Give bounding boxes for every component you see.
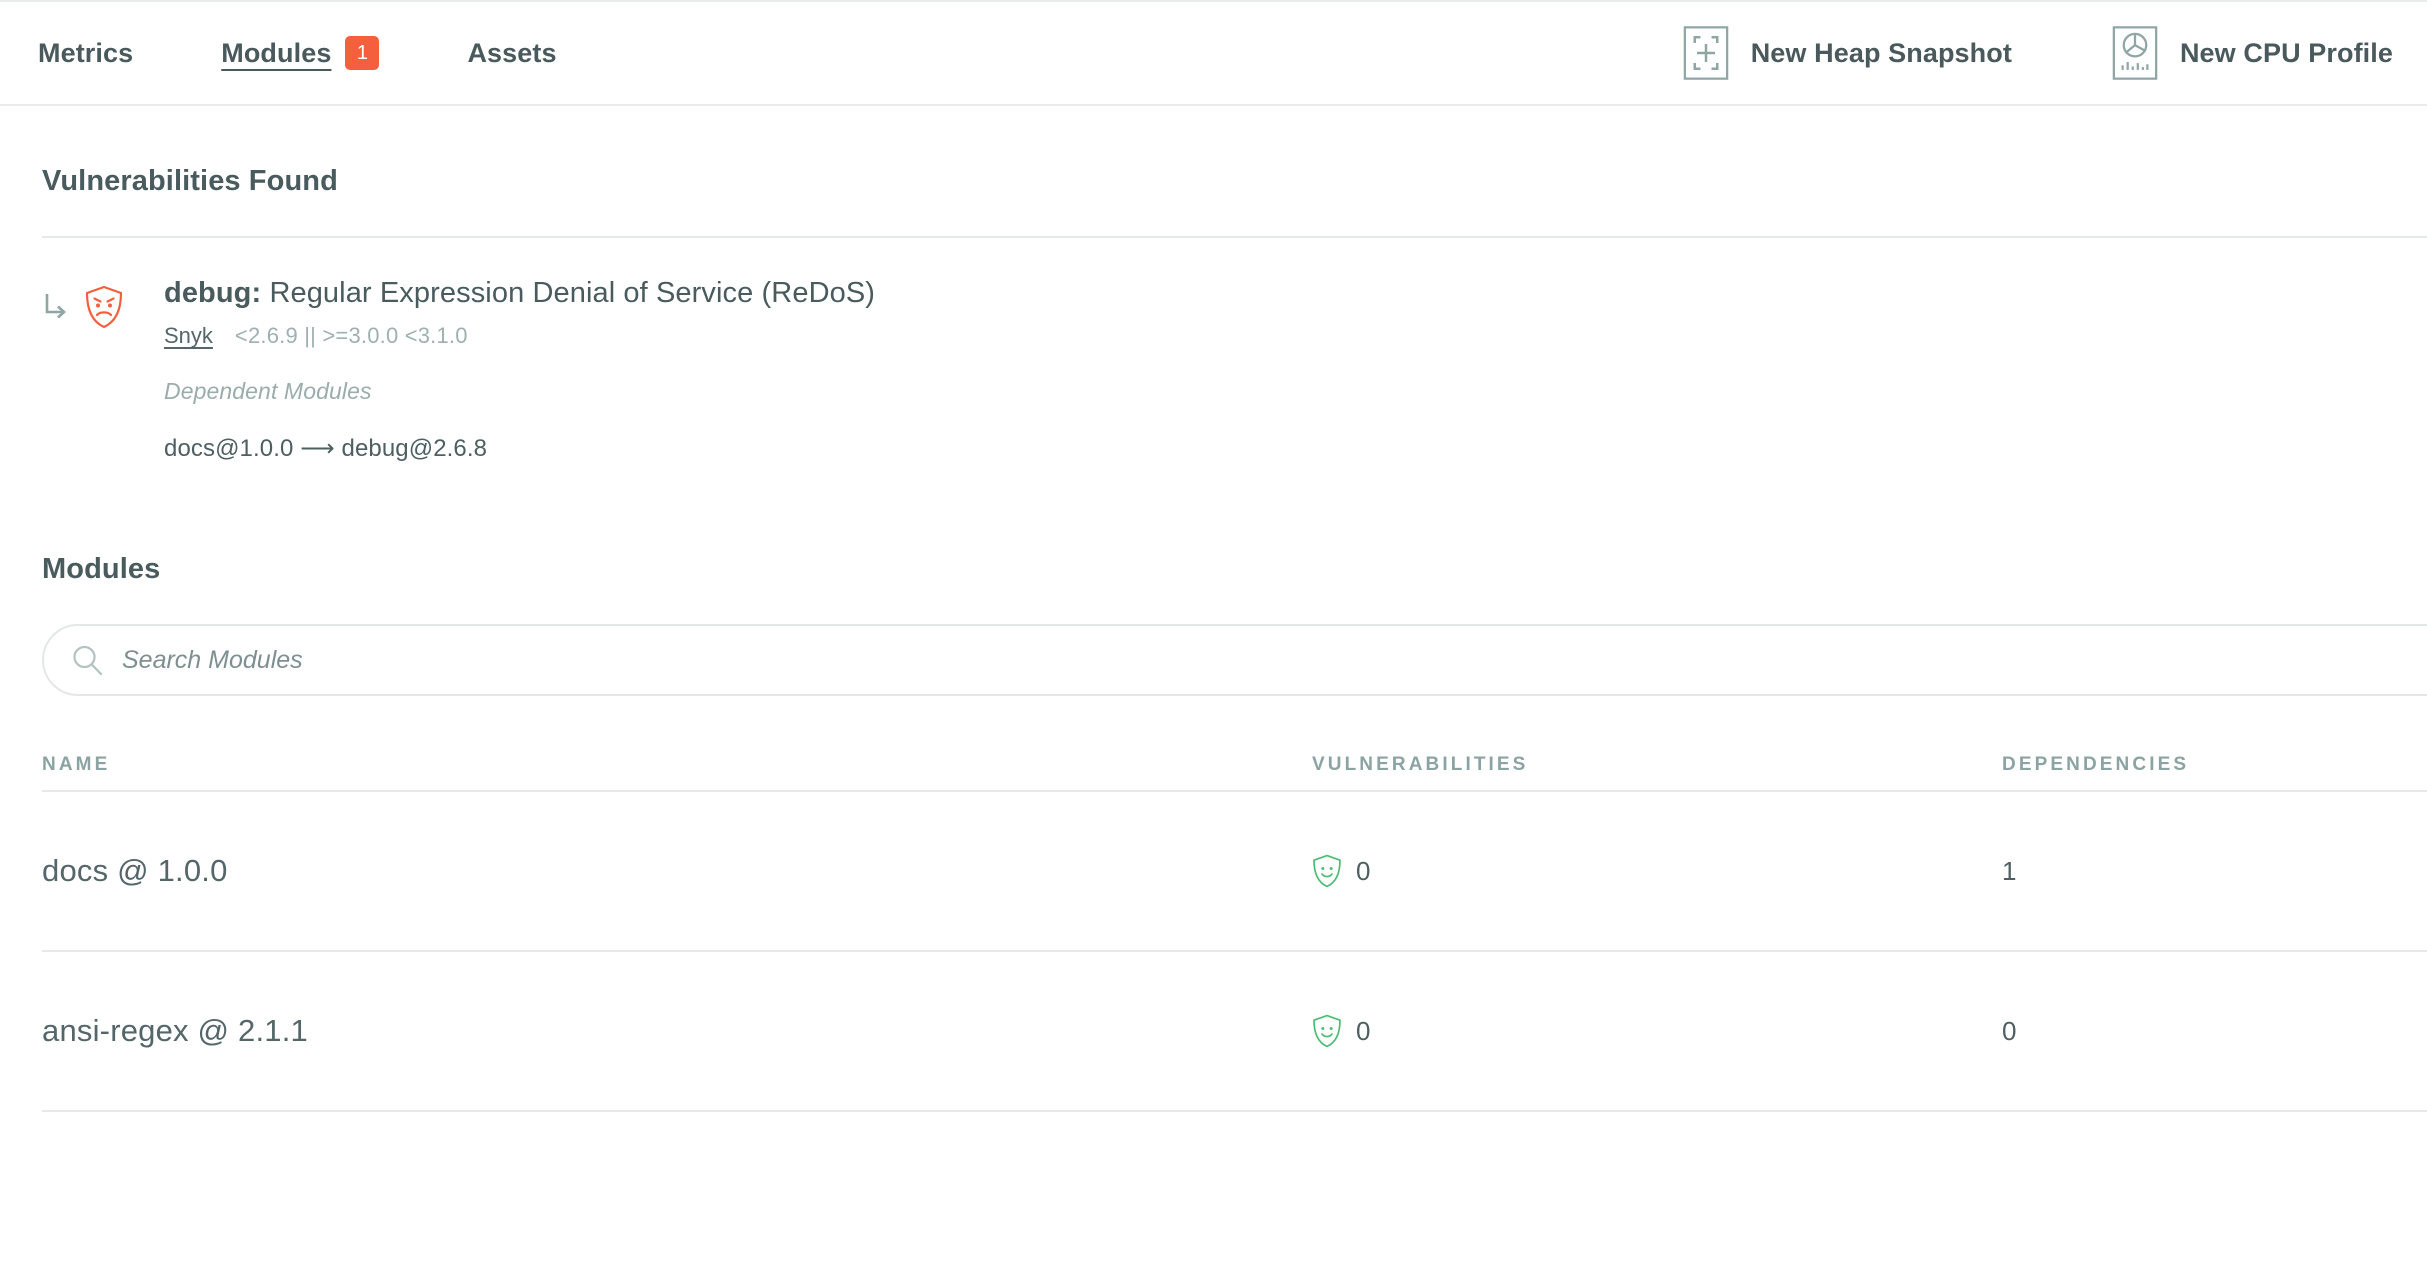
toolbar-actions: New Heap Snapshot New CPU Profile [1583,26,2393,80]
module-dependencies-count: 0 [2002,1015,2017,1046]
module-dependencies-count: 1 [2002,855,2017,886]
search-modules-input[interactable] [122,645,2427,675]
dependent-path-arrow-icon: ⟶ [300,435,335,463]
shield-happy-icon [1313,855,1341,888]
vulnerability-icons [42,275,164,329]
table-row[interactable]: docs @ 1.0.0 0 1 [42,792,2427,953]
vulnerability-body: debug: Regular Expression Denial of Serv… [164,275,2427,463]
module-name: docs @ 1.0.0 [42,853,228,889]
module-name: ansi-regex @ 2.1.1 [42,1013,308,1049]
tab-modules[interactable]: Modules 1 [221,36,380,70]
column-header-vulnerabilities: VULNERABILITIES [1312,754,1529,776]
vulnerability-item: debug: Regular Expression Denial of Serv… [0,238,2427,463]
tab-assets[interactable]: Assets [467,38,556,69]
tab-modules-badge: 1 [345,36,380,70]
vulnerability-description: Regular Expression Denial of Service (Re… [269,277,876,309]
top-toolbar: Metrics Modules 1 Assets New Heap Snapsh… [0,0,2427,106]
new-heap-snapshot-label: New Heap Snapshot [1750,37,2012,68]
cpu-profile-icon [2112,26,2158,80]
module-vulnerabilities-count: 0 [1356,1015,1371,1046]
tab-metrics-label: Metrics [38,37,134,68]
vulnerability-meta: Snyk <2.6.9 || >=3.0.0 <3.1.0 [164,323,2427,349]
dependent-modules-label: Dependent Modules [164,378,372,405]
table-header-row: NAME VULNERABILITIES DEPENDENCIES [42,742,2427,793]
module-vulnerabilities-cell: 0 [1312,1014,2002,1048]
new-cpu-profile-button[interactable]: New CPU Profile [2112,26,2393,80]
dependent-path-from: docs@1.0.0 [164,435,294,463]
vulnerability-module-name: debug [164,277,252,309]
tab-assets-label: Assets [467,37,557,68]
vulnerabilities-found-heading: Vulnerabilities Found [42,165,338,197]
vulnerability-source-link[interactable]: Snyk [164,323,213,349]
modules-table: NAME VULNERABILITIES DEPENDENCIES docs @… [0,742,2427,1113]
modules-heading: Modules [42,553,161,586]
search-icon [73,646,103,676]
shield-happy-icon [1313,1015,1341,1048]
tab-modules-label: Modules [221,37,332,68]
tab-bar: Metrics Modules 1 Assets [38,36,645,70]
vulnerability-title: debug: Regular Expression Denial of Serv… [164,275,2427,311]
branch-arrow-icon [45,294,66,319]
dependent-path-to: debug@2.6.8 [341,435,488,463]
vulnerability-separator: : [251,277,262,309]
new-heap-snapshot-button[interactable]: New Heap Snapshot [1683,26,2012,80]
dependent-module-path: docs@1.0.0 ⟶ debug@2.6.8 [164,434,2427,463]
page-content: Vulnerabilities Found debug: Regular Exp… [0,106,2427,1113]
vulnerability-version-range: <2.6.9 || >=3.0.0 <3.1.0 [234,323,468,349]
column-header-name: NAME [42,754,111,776]
shield-angry-icon [85,285,123,329]
module-vulnerabilities-count: 0 [1356,855,1371,886]
search-modules-box[interactable] [42,624,2427,697]
new-cpu-profile-label: New CPU Profile [2179,37,2393,68]
module-vulnerabilities-cell: 0 [1312,854,2002,888]
tab-metrics[interactable]: Metrics [38,38,133,69]
table-row[interactable]: ansi-regex @ 2.1.1 0 0 [42,952,2427,1113]
search-wrapper [0,624,2427,697]
heap-snapshot-icon [1683,26,1728,80]
column-header-dependencies: DEPENDENCIES [2002,754,2190,776]
